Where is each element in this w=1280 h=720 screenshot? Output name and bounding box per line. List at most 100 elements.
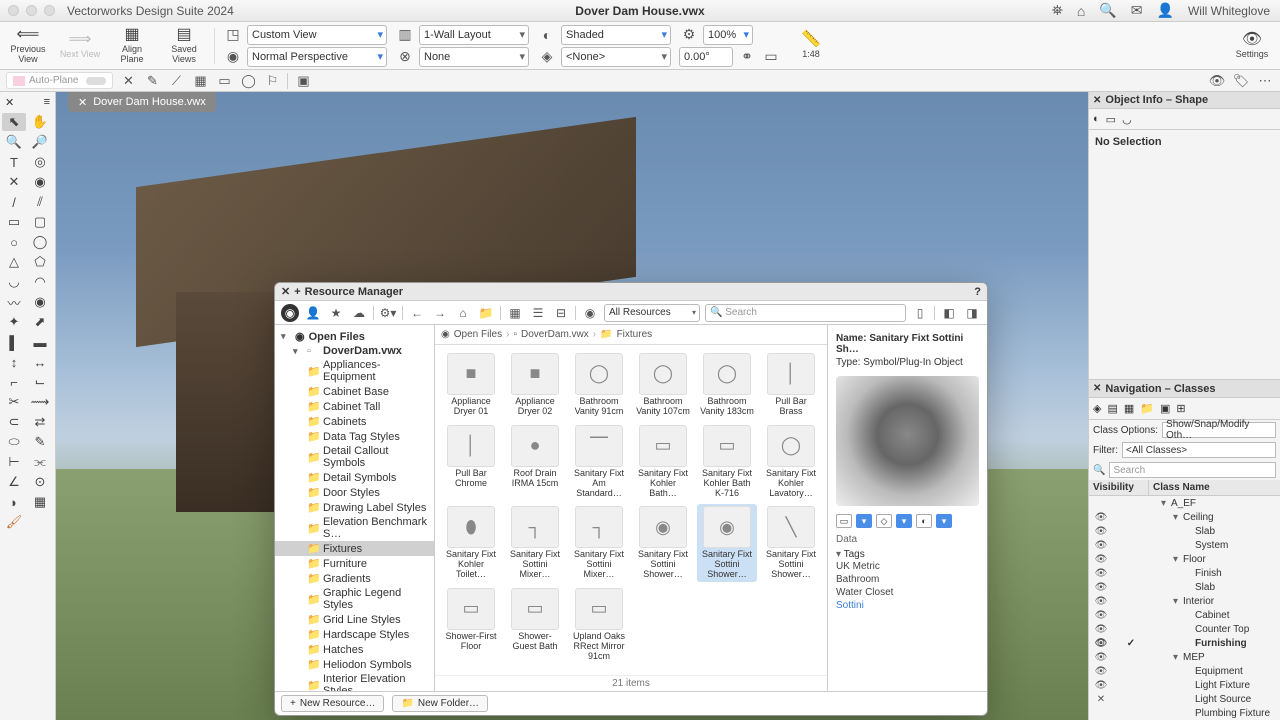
rm-list-view-icon[interactable]: ☰ [529,304,547,322]
render-select[interactable]: Shaded▾ [561,25,671,45]
rm-filter-select[interactable]: All Resources▾ [604,304,700,322]
rm-item[interactable]: ◯Bathroom Vanity 91cm [569,351,629,419]
rm-tree-item[interactable]: 📁Fixtures [275,541,434,556]
class-row[interactable]: 👁Equipment [1089,664,1280,678]
rm-item[interactable]: ■Appliance Dryer 01 [441,351,501,419]
class-row[interactable]: 👁Cabinet [1089,608,1280,622]
slab-tool[interactable]: ▬ [28,333,52,351]
window-controls[interactable] [8,5,55,16]
rm-folder-icon[interactable]: 📁 [477,304,495,322]
perspective-select[interactable]: Normal Perspective▾ [247,47,387,67]
layer-icon[interactable]: ◈ [537,47,557,67]
line-tool[interactable]: / [2,193,26,211]
flyover-tool[interactable]: 🔎 [28,133,52,151]
offset-tool[interactable]: ⊂ [2,413,26,431]
nav-tab1-icon[interactable]: ◈ [1093,402,1101,415]
rm-item[interactable]: ◉Sanitary Fixt Sottini Shower… [697,504,757,582]
rm-item[interactable]: │Pull Bar Chrome [441,423,501,501]
rm-item[interactable]: ▭Sanitary Fixt Kohler Bath… [633,423,693,501]
mode-x-icon[interactable]: ✕ [119,72,137,90]
rm-tree-item[interactable]: 📁Detail Symbols [275,470,434,485]
rm-tree-item[interactable]: 📁Appliances-Equipment [275,358,434,384]
palette-menu-icon[interactable]: ≡ [44,96,50,109]
render-icon[interactable]: ◐ [537,25,557,45]
class-row[interactable]: ▾A_EF [1089,496,1280,510]
rm-titlebar[interactable]: ✕ + Resource Manager ? [275,283,987,301]
rm-item[interactable]: ■Appliance Dryer 02 [505,351,565,419]
rm-data-label[interactable]: Data [836,534,979,545]
nav-tab6-icon[interactable]: ⊞ [1176,402,1185,415]
oi-tab1-icon[interactable]: ◐ [1093,113,1100,125]
rm-tree-root[interactable]: ▾◉Open Files [275,329,434,344]
document-tab[interactable]: ✕Dover Dam House.vwx [68,92,216,112]
class-row[interactable]: 👁▾Interior [1089,594,1280,608]
rm-item[interactable]: ▭Sanitary Fixt Kohler Bath K-716 [697,423,757,501]
rm-tree-item[interactable]: 📁Furniture [275,556,434,571]
vis-toggle-icon[interactable]: 👁 [1208,72,1226,90]
oi-tab2-icon[interactable]: ▭ [1106,113,1116,126]
radial-tool[interactable]: ⊙ [28,473,52,491]
close-nav-icon[interactable]: ✕ [1093,383,1101,394]
rm-tree-file[interactable]: ▾▫DoverDam.vwx [275,344,434,358]
rm-star-icon[interactable]: ★ [327,304,345,322]
new-resource-button[interactable]: +New Resource… [281,695,384,712]
mode-rect-icon[interactable]: ▭ [215,72,233,90]
selection-tool[interactable]: ⬉ [2,113,26,131]
mail-icon[interactable]: ✉ [1131,2,1143,19]
chamfer-tool[interactable]: ⌙ [28,373,52,391]
pv-render-icon[interactable]: ◐ [916,514,932,528]
render-settings-icon[interactable]: ⚙ [679,25,699,45]
spiral-tool[interactable]: ◉ [28,293,52,311]
rm-tree-item[interactable]: 📁Heliodon Symbols [275,657,434,672]
layout-icon[interactable]: ▥ [395,25,415,45]
rm-item[interactable]: ▭Shower-Guest Bath [505,586,565,664]
oval-tool[interactable]: ◯ [28,233,52,251]
search-icon[interactable]: 🔍 [1099,2,1116,19]
perspective-icon[interactable]: ◉ [223,47,243,67]
class-row[interactable]: 👁▾MEP [1089,650,1280,664]
callout-tool[interactable]: ◗ [2,493,26,511]
angle-tool[interactable]: ∠ [2,473,26,491]
class-row[interactable]: 👁Finish [1089,566,1280,580]
grid-tool[interactable]: ▦ [28,493,52,511]
class-row[interactable]: 👁Light Fixture [1089,678,1280,692]
col-class-name[interactable]: Class Name [1149,480,1280,495]
tag-icon[interactable]: 🏷 [1232,72,1250,90]
wall-tool[interactable]: ▌ [2,333,26,351]
rm-item[interactable]: ▭Shower-First Floor [441,586,501,664]
rm-breadcrumb[interactable]: ◉Open Files› ▫DoverDam.vwx› 📁Fixtures [435,325,827,345]
class-row[interactable]: 👁▾Ceiling [1089,510,1280,524]
view-mode-select[interactable]: Custom View▾ [247,25,387,45]
paint-tool[interactable]: 🖌 [2,513,26,531]
scale-button[interactable]: 📏1:48 [789,24,833,68]
rm-tree-item[interactable]: 📁Cabinets [275,414,434,429]
rm-tree-item[interactable]: 📁Detail Callout Symbols [275,444,434,470]
rm-cloud-icon[interactable]: ☁ [350,304,368,322]
circle-tool[interactable]: ○ [2,233,26,251]
rm-panel3-icon[interactable]: ◨ [963,304,981,322]
mode-balloon-icon[interactable]: ◯ [239,72,257,90]
rm-item[interactable]: ╲Sanitary Fixt Sottini Shower… [761,504,821,582]
rm-item[interactable]: ┐Sanitary Fixt Sottini Mixer… [569,504,629,582]
rm-home-icon[interactable]: ⌂ [454,304,472,322]
polygon-tool[interactable]: △ [2,253,26,271]
rm-item[interactable]: ┐Sanitary Fixt Sottini Mixer… [505,504,565,582]
lasso-tool[interactable]: ⬭ [2,433,26,451]
mode-flag-icon[interactable]: ⚐ [263,72,281,90]
rm-tree-item[interactable]: 📁Gradients [275,571,434,586]
class-row[interactable]: 👁Counter Top [1089,622,1280,636]
rm-tree-item[interactable]: 📁Hatches [275,642,434,657]
rm-gear-icon[interactable]: ⚙▾ [379,304,397,322]
double-line-tool[interactable]: ⫽ [28,193,52,211]
col-visibility[interactable]: Visibility [1089,480,1149,495]
pv-render-on-icon[interactable]: ▾ [936,514,952,528]
filter-select[interactable]: <All Classes> [1122,442,1276,458]
pull-tool[interactable]: ↔ [28,353,52,371]
rm-tree-item[interactable]: 📁Graphic Legend Styles [275,586,434,612]
polyline-tool[interactable]: ⬠ [28,253,52,271]
nav-tab4-icon[interactable]: 📁 [1140,402,1154,415]
rm-tree-item[interactable]: 📁Data Tag Styles [275,429,434,444]
layer-select[interactable]: <None>▾ [561,47,671,67]
rm-item[interactable]: │Pull Bar Brass [761,351,821,419]
cloud-icon[interactable]: ⛯ [1052,2,1063,19]
